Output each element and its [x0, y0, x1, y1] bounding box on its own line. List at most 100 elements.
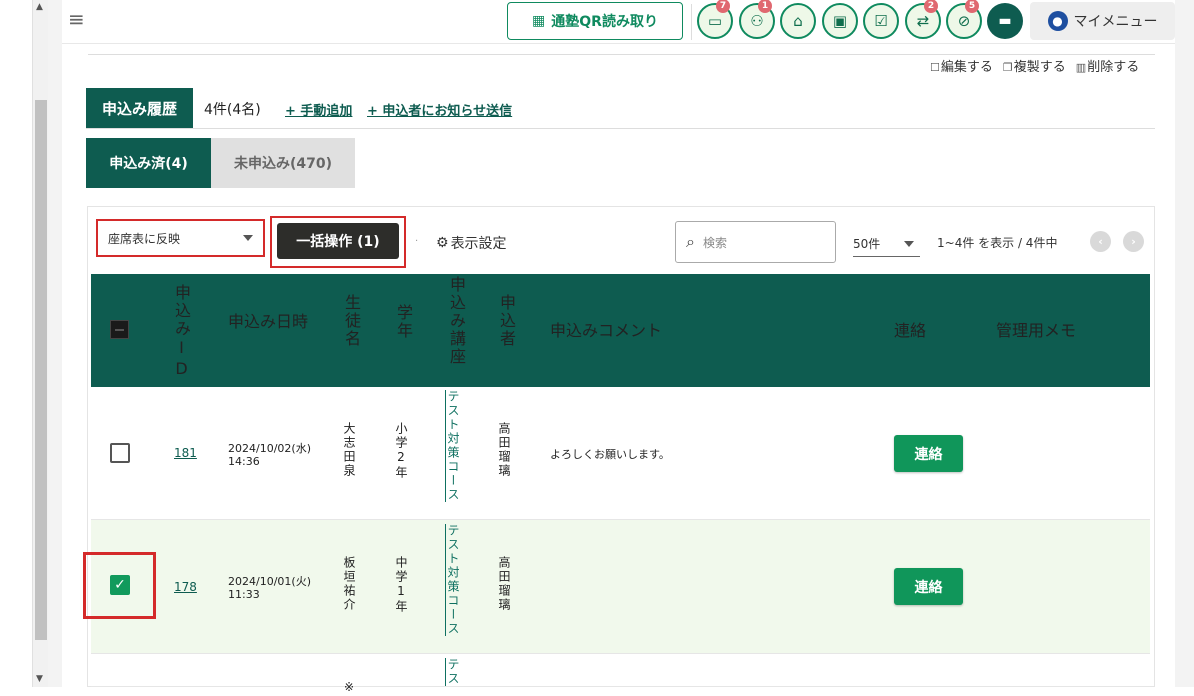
course-link[interactable]: テスト対策コース: [446, 390, 460, 502]
display-settings-label: 表示設定: [450, 236, 507, 252]
account-icon: ●: [1047, 11, 1068, 31]
application-id-link[interactable]: 178: [174, 580, 197, 594]
application-id-link[interactable]: 181: [174, 446, 197, 460]
scroll-up-icon[interactable]: ▲: [36, 2, 43, 12]
header-contact: 連絡: [894, 321, 927, 340]
delete-link[interactable]: ▥削除する: [1076, 56, 1139, 75]
chevron-left-icon: ‹: [1098, 235, 1103, 248]
chevron-right-icon: ›: [1131, 235, 1136, 248]
student-name: 大志田泉: [342, 422, 356, 478]
my-menu-label: マイメニュー: [1073, 14, 1158, 30]
header-comment[interactable]: 申込みコメント: [550, 321, 662, 340]
header-grade[interactable]: 学年: [394, 304, 413, 340]
select-all-checkbox[interactable]: [110, 320, 129, 339]
send-notice-link[interactable]: + 申込者にお知らせ送信: [367, 100, 512, 119]
prev-page-button[interactable]: ‹: [1090, 231, 1111, 252]
copy-icon: ❐: [1002, 61, 1013, 74]
group-button[interactable]: ⚇ 1: [739, 0, 775, 39]
top-bar: ≡ ▦ 通塾QR読み取り ▭ 7 ⚇ 1 ⌂ ▣ ☑ ⇄ 2 ⊘ 5 ▬ ● マ…: [62, 0, 1175, 44]
checklist-button[interactable]: ☑: [863, 3, 899, 39]
school-building-icon: ⌂: [793, 12, 803, 30]
copy-label: 複製する: [1013, 60, 1066, 75]
qr-scan-button[interactable]: ▦ 通塾QR読み取り: [507, 2, 683, 40]
contact-button[interactable]: 連絡: [894, 568, 963, 605]
display-settings-button[interactable]: ⚙ 表示設定: [436, 233, 507, 253]
student-grade: 小学2年: [394, 422, 408, 480]
application-time: 14:36: [228, 455, 260, 468]
pagination-range: 1~4件 を表示 / 4件中: [937, 236, 1058, 250]
application-time: 11:33: [228, 588, 260, 601]
tab-not-applied[interactable]: 未申込み(470): [211, 138, 355, 188]
applicant-name: 高田瑠璃: [497, 422, 511, 478]
separator-dot: ·: [415, 236, 419, 247]
gear-icon: ⚙: [436, 235, 449, 251]
disabled-button[interactable]: ⊘ 5: [946, 0, 982, 39]
per-page-select[interactable]: 50件: [853, 230, 920, 257]
search-input[interactable]: ⌕ 検索: [675, 221, 836, 263]
transfer-badge: 2: [924, 0, 938, 13]
course-link-partial[interactable]: テス: [446, 658, 460, 686]
search-placeholder: 検索: [702, 235, 727, 250]
right-gutter: [1175, 0, 1194, 687]
search-icon: ⌕: [686, 232, 695, 251]
qr-scan-label: 通塾QR読み取り: [551, 14, 658, 30]
student-name-partial: ※: [342, 680, 356, 696]
group-badge: 1: [758, 0, 772, 13]
transfer-button[interactable]: ⇄ 2: [905, 0, 941, 39]
dropdown-arrow-icon: [243, 235, 253, 241]
tab-applied[interactable]: 申込み済(4): [86, 138, 211, 188]
application-date: 2024/10/01(火): [228, 575, 311, 588]
dropdown-arrow-icon: [904, 241, 914, 247]
application-comment: よろしくお願いします。: [550, 448, 670, 461]
table-row: [91, 654, 1150, 687]
contact-button[interactable]: 連絡: [894, 435, 963, 472]
seat-reflect-select[interactable]: 座席表に反映: [96, 219, 265, 257]
course-link[interactable]: テスト対策コース: [446, 524, 460, 636]
gift-icon: ▣: [832, 12, 848, 30]
checklist-icon: ☑: [874, 12, 888, 30]
transfer-arrows-icon: ⇄: [916, 12, 930, 30]
header-app-id[interactable]: 申込みID: [172, 284, 191, 380]
student-name: 板垣祐介: [342, 556, 356, 612]
group-icon: ⚇: [750, 12, 764, 30]
selected-checkbox-highlight: [83, 552, 156, 619]
divider: [86, 128, 1155, 129]
seat-reflect-value: 座席表に反映: [108, 231, 181, 246]
applicant-name: 高田瑠璃: [497, 556, 511, 612]
next-page-button[interactable]: ›: [1123, 231, 1144, 252]
gift-button[interactable]: ▣: [822, 3, 858, 39]
delete-label: 削除する: [1087, 60, 1140, 75]
header-student[interactable]: 生徒名: [342, 294, 361, 348]
divider: [88, 54, 1155, 55]
disabled-badge: 5: [965, 0, 979, 13]
scrollbar-thumb[interactable]: [35, 100, 47, 640]
my-menu-button[interactable]: ● マイメニュー: [1030, 2, 1175, 40]
message-button[interactable]: ▭ 7: [697, 0, 733, 39]
left-margin: [0, 0, 33, 687]
header-applicant[interactable]: 申込者: [497, 294, 516, 348]
per-page-value: 50件: [853, 236, 881, 251]
edit-icon: ☐: [930, 61, 940, 74]
header-course[interactable]: 申込み講座: [447, 276, 466, 366]
copy-link[interactable]: ❐複製する: [1003, 56, 1066, 75]
prohibited-icon: ⊘: [957, 12, 971, 30]
trash-icon: ▥: [1075, 61, 1087, 74]
header-date[interactable]: 申込み日時: [228, 312, 308, 331]
scroll-down-icon[interactable]: ▼: [36, 674, 43, 684]
hamburger-menu-icon[interactable]: ≡: [68, 9, 88, 29]
header-memo[interactable]: 管理用メモ: [996, 321, 1076, 340]
history-count: 4件(4名): [204, 102, 261, 118]
edit-link[interactable]: ☐編集する: [930, 56, 993, 75]
chat-button[interactable]: ▬: [987, 3, 1023, 39]
message-badge: 7: [716, 0, 730, 13]
bulk-action-button[interactable]: 一括操作 (1): [277, 223, 399, 259]
school-button[interactable]: ⌂: [780, 3, 816, 39]
application-date: 2024/10/02(水): [228, 442, 311, 455]
edit-actions: ☐編集する ❐複製する ▥削除する: [930, 56, 1139, 75]
chat-bubble-icon: ▬: [998, 13, 1012, 29]
add-manual-link[interactable]: + 手動追加: [285, 100, 352, 119]
divider: [691, 4, 692, 40]
left-gutter: [48, 0, 62, 687]
history-tab[interactable]: 申込み履歴: [86, 88, 193, 128]
row-checkbox[interactable]: [110, 443, 130, 463]
